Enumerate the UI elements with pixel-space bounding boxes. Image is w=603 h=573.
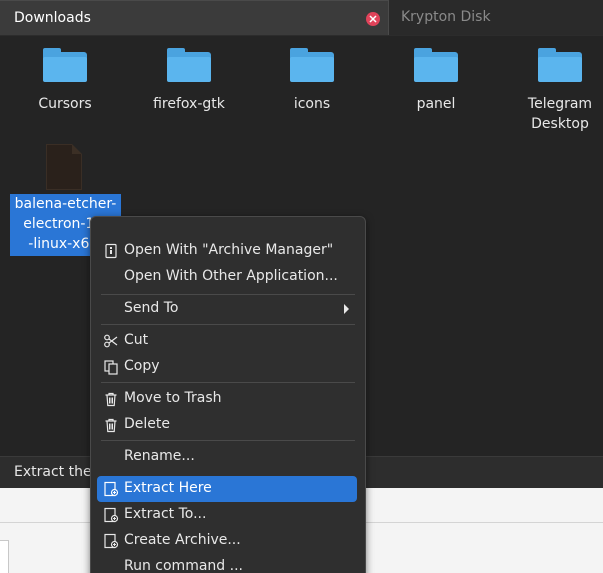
folder-icon: [538, 48, 582, 82]
folder-icon: [43, 48, 87, 82]
tab-downloads[interactable]: Downloads: [0, 0, 389, 35]
copy-icon: [103, 359, 119, 375]
input-box-edge: [0, 540, 9, 573]
menu-label: Create Archive...: [124, 532, 241, 548]
menu-rename[interactable]: Rename...: [97, 444, 357, 470]
menu-label: Extract Here: [124, 480, 212, 496]
folder-name: panel: [416, 96, 456, 112]
folder-item[interactable]: icons: [252, 48, 372, 114]
menu-label: Open With "Archive Manager": [124, 242, 334, 258]
menu-create-archive[interactable]: Create Archive...: [97, 528, 357, 554]
menu-run-command[interactable]: Run command ...: [97, 554, 357, 573]
menu-label: Copy: [124, 358, 160, 374]
submenu-arrow-icon: [344, 304, 349, 314]
archive-file-icon[interactable]: [46, 144, 82, 190]
menu-separator: [101, 324, 355, 325]
create-archive-icon: [103, 533, 119, 549]
menu-label: Cut: [124, 332, 149, 348]
menu-label: Open With Other Application...: [124, 268, 338, 284]
menu-label: Run command ...: [124, 558, 243, 573]
menu-delete[interactable]: Delete: [97, 412, 357, 438]
menu-open-with-other[interactable]: Open With Other Application...: [97, 264, 357, 290]
menu-label: Extract To...: [124, 506, 207, 522]
trash-icon: [103, 417, 119, 433]
menu-open-with-archive-manager[interactable]: Open With "Archive Manager": [97, 238, 357, 264]
folder-icon: [167, 48, 211, 82]
tab-downloads-label: Downloads: [14, 10, 91, 26]
menu-extract-here[interactable]: Extract Here: [97, 476, 357, 502]
extract-to-icon: [103, 507, 119, 523]
status-text: Extract the: [14, 464, 92, 480]
close-tab-icon[interactable]: [366, 12, 380, 26]
folder-icon: [290, 48, 334, 82]
menu-separator: [101, 382, 355, 383]
menu-move-to-trash[interactable]: Move to Trash: [97, 386, 357, 412]
folder-item[interactable]: Telegram Desktop: [500, 48, 603, 134]
tab-krypton-disk[interactable]: Krypton Disk: [389, 0, 603, 35]
menu-extract-to[interactable]: Extract To...: [97, 502, 357, 528]
menu-separator: [101, 294, 355, 295]
menu-label: Send To: [124, 300, 179, 316]
menu-cut[interactable]: Cut: [97, 328, 357, 354]
tab-krypton-disk-label: Krypton Disk: [401, 9, 491, 25]
archive-icon: [103, 243, 119, 259]
folder-name: icons: [293, 96, 331, 112]
folder-item[interactable]: Cursors: [5, 48, 125, 114]
trash-icon: [103, 391, 119, 407]
folder-name: Cursors: [38, 96, 92, 112]
menu-label: Move to Trash: [124, 390, 222, 406]
menu-send-to[interactable]: Send To: [97, 296, 357, 322]
extract-here-icon: [103, 481, 119, 497]
tab-bar: Downloads Krypton Disk: [0, 0, 603, 36]
folder-name: Telegram Desktop: [527, 96, 593, 132]
folder-item[interactable]: panel: [376, 48, 496, 114]
context-menu: Open With "Archive Manager" Open With Ot…: [90, 216, 366, 573]
selected-file-name-line: balena-etcher-: [14, 196, 117, 212]
menu-label: Delete: [124, 416, 170, 432]
file-manager-window: Downloads Krypton Disk Cursors firefox-g…: [0, 0, 603, 573]
menu-copy[interactable]: Copy: [97, 354, 357, 380]
folder-name: firefox-gtk: [153, 96, 225, 112]
folder-icon: [414, 48, 458, 82]
folder-item[interactable]: firefox-gtk: [129, 48, 249, 114]
menu-label: Rename...: [124, 448, 195, 464]
menu-separator: [101, 440, 355, 441]
scissors-icon: [103, 333, 119, 349]
